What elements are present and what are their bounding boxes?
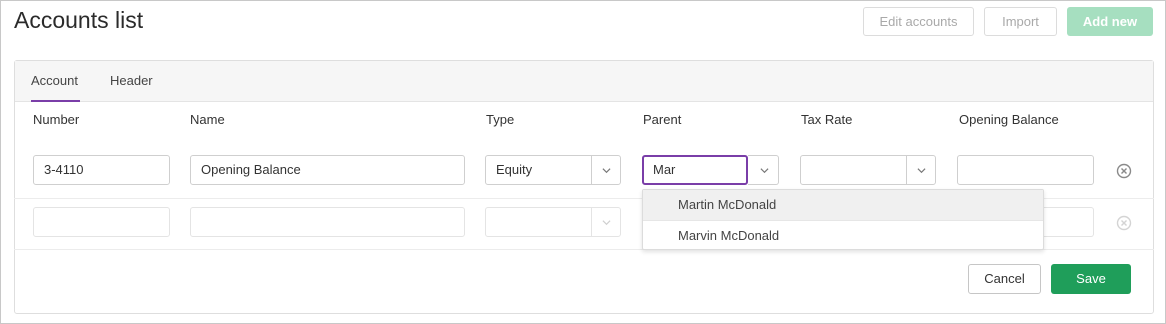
- column-header-type: Type: [486, 112, 515, 127]
- import-button[interactable]: Import: [984, 7, 1057, 36]
- chevron-down-icon: [760, 168, 769, 174]
- tab-header[interactable]: Header: [110, 73, 153, 88]
- select-divider: [906, 156, 907, 184]
- select-divider: [591, 156, 592, 184]
- cancel-button[interactable]: Cancel: [968, 264, 1041, 294]
- column-header-tax-rate: Tax Rate: [801, 112, 853, 127]
- name-field[interactable]: Opening Balance: [190, 155, 465, 185]
- save-button[interactable]: Save: [1051, 264, 1131, 294]
- opening-balance-field[interactable]: [957, 155, 1094, 185]
- remove-row-icon[interactable]: [1116, 163, 1132, 179]
- column-header-parent: Parent: [643, 112, 682, 127]
- type-select[interactable]: Equity: [485, 155, 621, 185]
- chevron-down-icon: [602, 168, 611, 174]
- number-field[interactable]: [33, 207, 170, 237]
- edit-accounts-button[interactable]: Edit accounts: [863, 7, 974, 36]
- tab-account[interactable]: Account: [31, 73, 78, 88]
- add-new-button[interactable]: Add new: [1067, 7, 1153, 36]
- select-divider: [591, 208, 592, 236]
- page-title: Accounts list: [14, 7, 144, 33]
- tab-bar: Account Header: [15, 61, 1153, 102]
- type-select-value: Equity: [496, 162, 533, 177]
- column-header-opening-balance: Opening Balance: [959, 112, 1059, 127]
- column-header-name: Name: [190, 112, 225, 127]
- type-select[interactable]: [485, 207, 621, 237]
- remove-row-icon[interactable]: [1116, 215, 1132, 231]
- column-header-number: Number: [33, 112, 80, 127]
- tax-rate-select[interactable]: [800, 155, 936, 185]
- opening-balance-field[interactable]: [1044, 207, 1094, 237]
- chevron-down-icon: [917, 168, 926, 174]
- parent-dropdown-toggle[interactable]: [748, 155, 779, 185]
- parent-option[interactable]: Marvin McDonald: [643, 220, 1043, 250]
- app-window: Accounts list Edit accounts Import Add n…: [0, 0, 1166, 324]
- name-field[interactable]: [190, 207, 465, 237]
- parent-dropdown-menu: Martin McDonald Marvin McDonald: [642, 189, 1044, 250]
- chevron-down-icon: [602, 220, 611, 226]
- parent-input[interactable]: Mar: [642, 155, 748, 185]
- active-tab-indicator: [31, 100, 80, 102]
- number-field[interactable]: 3-4110: [33, 155, 170, 185]
- parent-option[interactable]: Martin McDonald: [643, 190, 1043, 220]
